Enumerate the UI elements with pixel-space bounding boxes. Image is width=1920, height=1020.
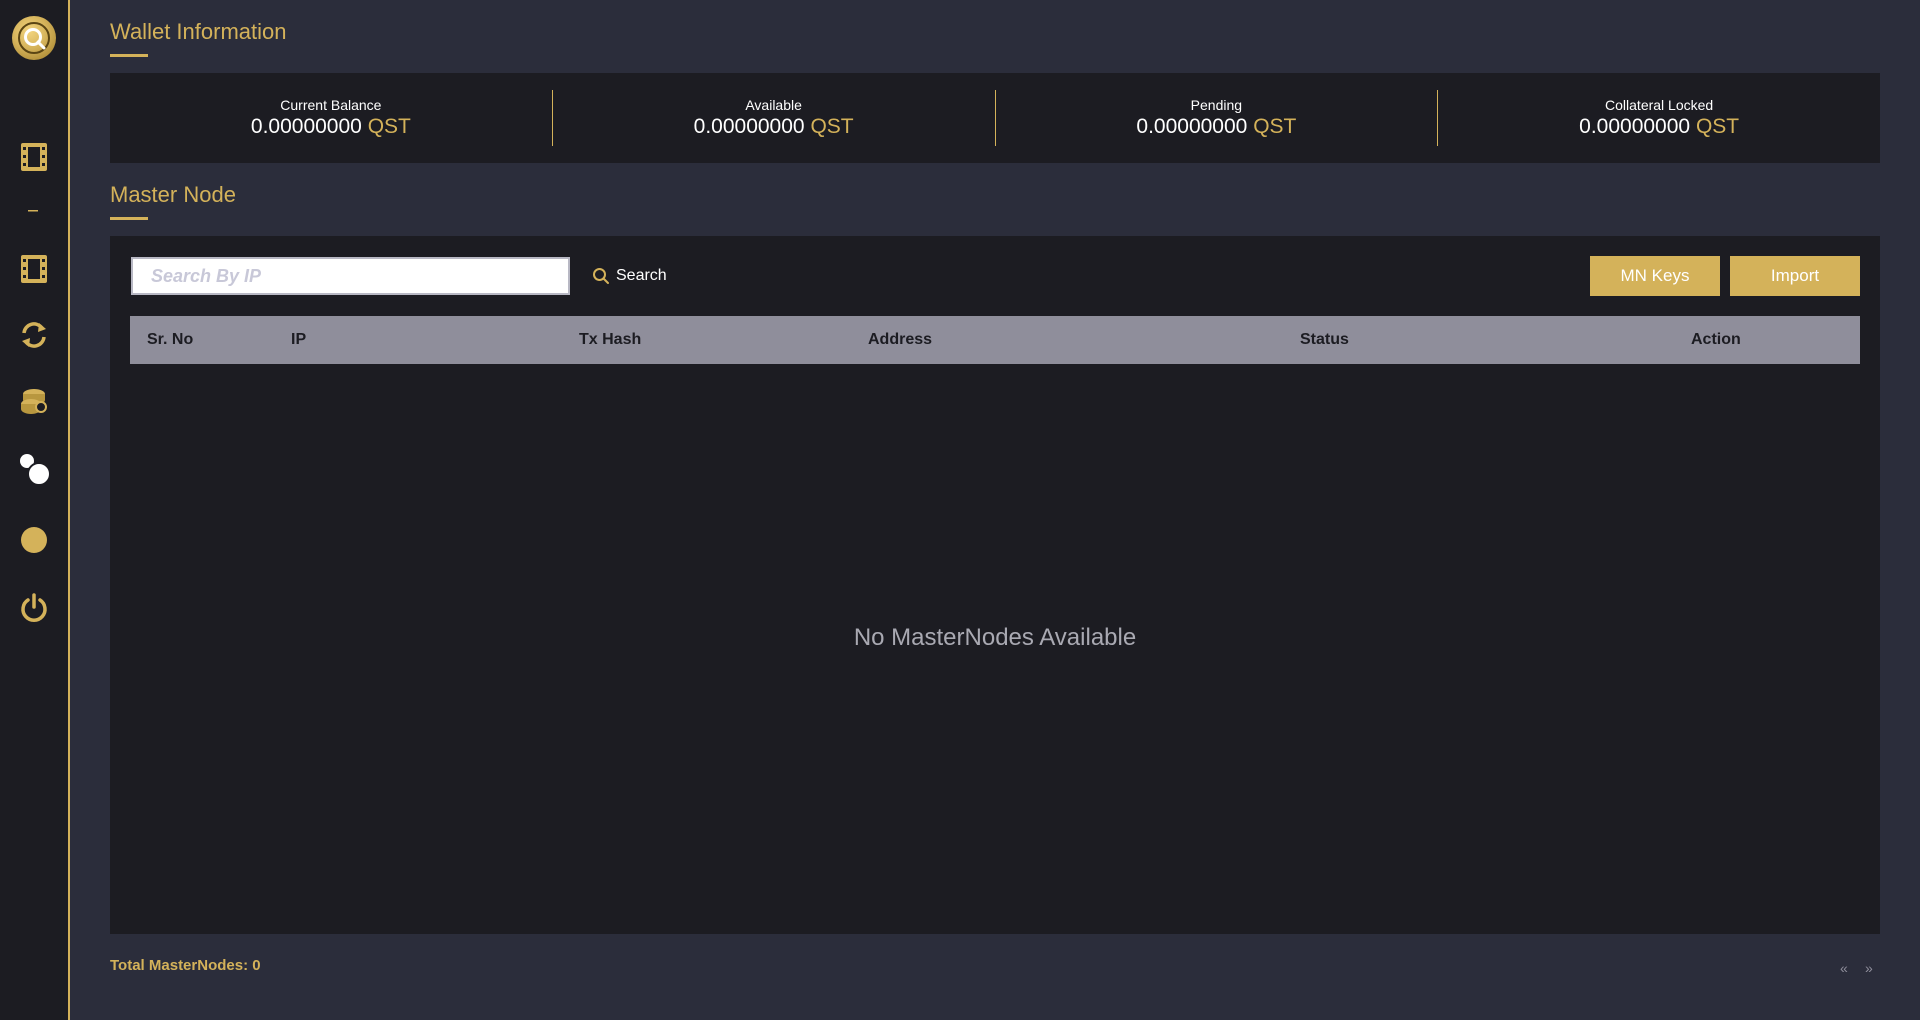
stat-label: Collateral Locked bbox=[1605, 97, 1714, 113]
stat-pending: Pending 0.00000000 QST bbox=[994, 90, 1438, 146]
circle-icon[interactable] bbox=[17, 523, 51, 557]
stat-unit: QST bbox=[1253, 115, 1297, 138]
search-button[interactable]: Search bbox=[592, 264, 667, 288]
bubbles-icon[interactable] bbox=[17, 452, 51, 486]
main-content: Wallet Information Current Balance 0.000… bbox=[110, 0, 1880, 1020]
wallet-summary: Current Balance 0.00000000 QST Available… bbox=[110, 73, 1880, 163]
search-icon bbox=[593, 268, 609, 284]
title-underline bbox=[110, 54, 148, 57]
stat-value: 0.00000000 QST bbox=[996, 115, 1438, 139]
column-header-address[interactable]: Address bbox=[868, 316, 932, 364]
mn-keys-button[interactable]: MN Keys bbox=[1590, 256, 1720, 296]
film-strip-icon[interactable] bbox=[17, 140, 51, 174]
table-header: Sr. No IP Tx Hash Address Status Action bbox=[130, 316, 1860, 364]
search-button-label: Search bbox=[616, 267, 667, 284]
dash-icon[interactable] bbox=[17, 194, 51, 228]
master-node-title: Master Node bbox=[110, 182, 236, 207]
q-logo-icon[interactable] bbox=[12, 16, 56, 60]
pager-next-button[interactable]: » bbox=[1865, 960, 1873, 976]
masternode-panel: Search MN Keys Import Sr. No IP Tx Hash … bbox=[110, 236, 1880, 934]
column-header-tx-hash[interactable]: Tx Hash bbox=[579, 316, 641, 364]
search-input[interactable] bbox=[131, 257, 570, 295]
sidebar bbox=[0, 0, 70, 1020]
column-header-action[interactable]: Action bbox=[1691, 316, 1741, 364]
stat-label: Pending bbox=[1190, 97, 1243, 113]
stat-label: Available bbox=[745, 97, 802, 113]
column-header-sr-no[interactable]: Sr. No bbox=[147, 316, 193, 364]
stat-label: Current Balance bbox=[280, 97, 382, 113]
stat-amount: 0.00000000 bbox=[250, 115, 362, 138]
pager-prev-button[interactable]: « bbox=[1840, 960, 1848, 976]
stat-collateral-locked: Collateral Locked 0.00000000 QST bbox=[1437, 90, 1880, 146]
stat-amount: 0.00000000 bbox=[693, 115, 805, 138]
import-button[interactable]: Import bbox=[1730, 256, 1860, 296]
stat-amount: 0.00000000 bbox=[1136, 115, 1248, 138]
wallet-info-title: Wallet Information bbox=[110, 19, 287, 44]
empty-state-message: No MasterNodes Available bbox=[853, 624, 1137, 651]
stat-value: 0.00000000 QST bbox=[1438, 115, 1880, 139]
coins-icon[interactable] bbox=[17, 384, 51, 418]
film-strip-icon[interactable] bbox=[17, 252, 51, 286]
sync-icon[interactable] bbox=[17, 318, 51, 352]
stat-amount: 0.00000000 bbox=[1579, 115, 1691, 138]
stat-value: 0.00000000 QST bbox=[110, 115, 552, 139]
total-masternodes: Total MasterNodes: 0 bbox=[110, 957, 261, 974]
stat-value: 0.00000000 QST bbox=[553, 115, 995, 139]
title-underline bbox=[110, 217, 148, 220]
column-header-status[interactable]: Status bbox=[1300, 316, 1349, 364]
stat-current-balance: Current Balance 0.00000000 QST bbox=[110, 90, 552, 146]
stat-unit: QST bbox=[367, 115, 411, 138]
stat-available: Available 0.00000000 QST bbox=[551, 90, 995, 146]
power-icon[interactable] bbox=[17, 591, 51, 625]
stat-unit: QST bbox=[1695, 115, 1740, 138]
column-header-ip[interactable]: IP bbox=[291, 316, 306, 364]
stat-unit: QST bbox=[810, 115, 854, 138]
